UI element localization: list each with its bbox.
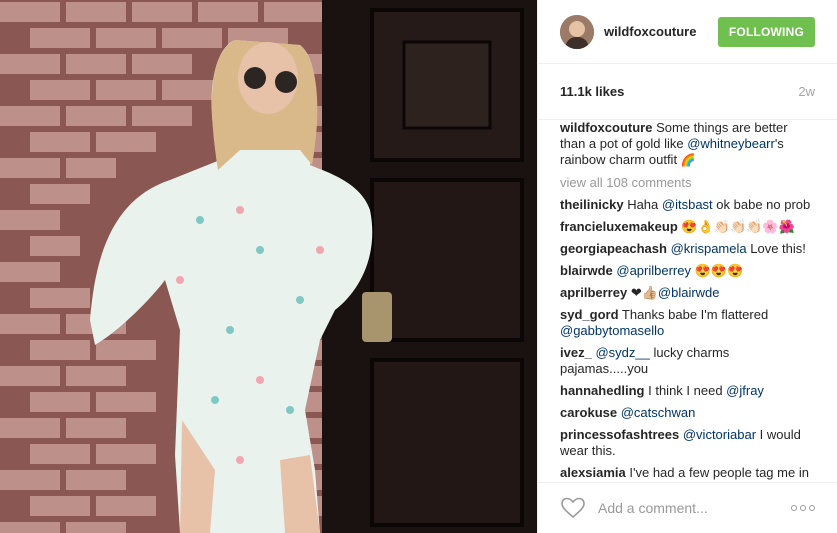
comment-item: blairwde @aprilberrey 😍😍😍 xyxy=(560,263,815,279)
comment-mention[interactable]: @itsbast xyxy=(662,197,713,212)
add-comment-input[interactable]: Add a comment... xyxy=(598,500,791,516)
comment-mention[interactable]: @victoriabar xyxy=(683,427,756,442)
comment-item: alexsiamia I've had a few people tag me … xyxy=(560,465,815,481)
comment-username[interactable]: blairwde xyxy=(560,263,613,278)
comment-item: hannahedling I think I need @jfray xyxy=(560,383,815,399)
post-side-panel: wildfoxcouture FOLLOWING 11.1k likes 2w … xyxy=(537,0,837,533)
comment-item: syd_gord Thanks babe I'm flattered @gabb… xyxy=(560,307,815,339)
comment-text: Thanks babe I'm flattered xyxy=(618,307,769,322)
comment-username[interactable]: hannahedling xyxy=(560,383,645,398)
comment-mention[interactable]: @catschwan xyxy=(621,405,696,420)
comment-username[interactable]: alexsiamia xyxy=(560,465,626,480)
comment-username[interactable]: aprilberrey xyxy=(560,285,627,300)
avatar[interactable] xyxy=(560,14,594,49)
comment-text: ❤👍🏼 xyxy=(627,285,658,300)
comment-username[interactable]: carokuse xyxy=(560,405,617,420)
likes-count[interactable]: 11.1k likes xyxy=(560,84,624,99)
post-author-username[interactable]: wildfoxcouture xyxy=(604,24,718,39)
comment-text: 😍👌👏🏻👏🏻👏🏻🌸🌺 xyxy=(677,219,795,234)
following-button[interactable]: FOLLOWING xyxy=(717,16,815,47)
comment-item: theilinicky Haha @itsbast ok babe no pro… xyxy=(560,197,815,213)
comment-item: carokuse @catschwan xyxy=(560,405,815,421)
comment-item: francieluxemakeup 😍👌👏🏻👏🏻👏🏻🌸🌺 xyxy=(560,219,815,235)
comment-username[interactable]: syd_gord xyxy=(560,307,619,322)
comment-text: Haha xyxy=(623,197,662,212)
comment-text: Love this! xyxy=(746,241,806,256)
post-header: wildfoxcouture FOLLOWING xyxy=(538,0,837,64)
comment-username[interactable]: georgiapeachash xyxy=(560,241,667,256)
comment-item: georgiapeachash @krispamela Love this! xyxy=(560,241,815,257)
comment-text: 😍😍😍 xyxy=(691,263,744,278)
comment-text: I've had a few people tag me in xyxy=(625,465,809,480)
comment-username[interactable]: francieluxemakeup xyxy=(560,219,678,234)
caption: wildfoxcouture Some things are better th… xyxy=(560,120,815,168)
caption-username[interactable]: wildfoxcouture xyxy=(560,120,652,135)
comment-item: aprilberrey ❤👍🏼@blairwde xyxy=(560,285,815,301)
post-photo xyxy=(0,0,537,533)
caption-mention[interactable]: @whitneybearr xyxy=(687,136,775,151)
comment-mention[interactable]: @jfray xyxy=(726,383,764,398)
heart-icon[interactable] xyxy=(560,496,586,520)
comment-username[interactable]: princessofashtrees xyxy=(560,427,679,442)
comment-mention[interactable]: @gabbytomasello xyxy=(560,323,664,338)
comment-mention[interactable]: @aprilberrey xyxy=(616,263,691,278)
instagram-post-modal: wildfoxcouture FOLLOWING 11.1k likes 2w … xyxy=(0,0,837,533)
comment-text: ok babe no prob xyxy=(712,197,811,212)
comment-item: princessofashtrees @victoriabar I would … xyxy=(560,427,815,459)
comment-mention[interactable]: @sydz__ xyxy=(595,345,649,360)
post-meta: 11.1k likes 2w xyxy=(538,64,837,120)
comment-username[interactable]: ivez_ xyxy=(560,345,592,360)
view-all-comments-link[interactable]: view all 108 comments xyxy=(560,175,815,190)
comment-item: ivez_ @sydz__ lucky charms pajamas.....y… xyxy=(560,345,815,377)
caption-emoji: 🌈 xyxy=(680,153,696,167)
comment-mention[interactable]: @blairwde xyxy=(658,285,720,300)
comment-mention[interactable]: @krispamela xyxy=(671,241,747,256)
comments-list: wildfoxcouture Some things are better th… xyxy=(538,120,837,482)
comment-text: I think I need xyxy=(644,383,727,398)
more-options-icon[interactable] xyxy=(791,505,815,511)
post-footer: Add a comment... xyxy=(538,482,837,533)
comment-username[interactable]: theilinicky xyxy=(560,197,624,212)
post-age[interactable]: 2w xyxy=(798,84,815,99)
